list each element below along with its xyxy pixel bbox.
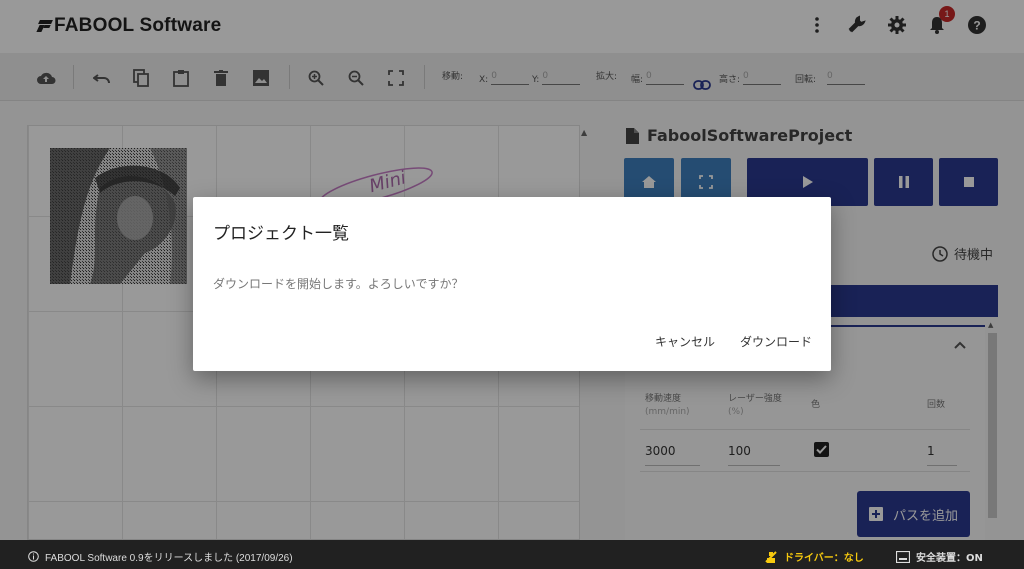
- driver-off-icon: [765, 550, 777, 563]
- driver-status: ドライバー：なし: [764, 549, 864, 564]
- download-confirm-dialog: プロジェクト一覧 ダウンロードを開始します。よろしいですか？ キャンセル ダウン…: [193, 197, 831, 371]
- download-button[interactable]: ダウンロード: [740, 333, 812, 350]
- dialog-title: プロジェクト一覧: [213, 224, 349, 244]
- release-notice: FABOOL Software 0.9をリリースしました (2017/09/26…: [28, 549, 293, 564]
- info-icon: [28, 551, 39, 562]
- dialog-message: ダウンロードを開始します。よろしいですか？: [213, 277, 464, 291]
- status-footer: FABOOL Software 0.9をリリースしました (2017/09/26…: [0, 540, 1024, 569]
- safety-status: 安全装置：ON: [896, 549, 983, 564]
- cancel-button[interactable]: キャンセル: [655, 333, 715, 350]
- safety-device-icon: [896, 550, 910, 563]
